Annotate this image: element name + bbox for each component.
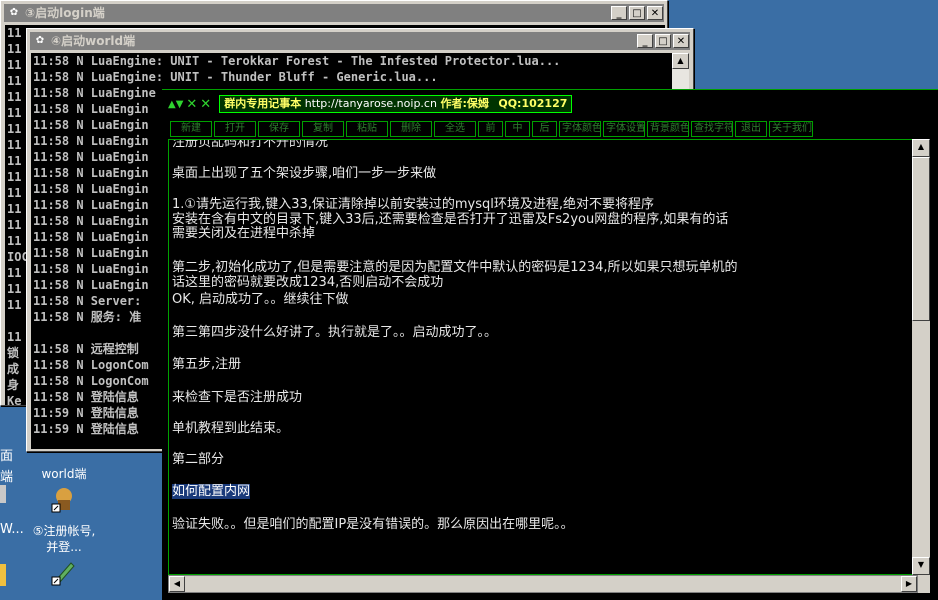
toolbar-button[interactable]: 全选 <box>434 121 476 137</box>
text-line: 单机教程到此结束。 <box>172 421 290 436</box>
app-icon: ✿ <box>35 35 45 46</box>
toolbar-button[interactable]: 关于我们 <box>769 121 813 137</box>
caption-qq: QQ:102127 <box>498 97 568 110</box>
scroll-thumb[interactable] <box>912 157 930 321</box>
console-line: 11:58 N LuaEngine: UNIT - Terokkar Fores… <box>33 54 561 68</box>
text-line: 注册页乱码和打不开的情况 <box>172 139 329 150</box>
register-icon <box>49 557 79 587</box>
desktop-edge-label-2: 端 <box>0 470 14 485</box>
notepad-editor[interactable]: 注册页乱码和打不开的情况桌面上出现了五个架设步骤,咱们一步一步来做 1.①请先运行… <box>168 139 918 575</box>
close-icon[interactable]: ✕ <box>200 97 211 112</box>
minimize-button[interactable]: _ <box>637 34 653 48</box>
toolbar-button[interactable]: 粘贴 <box>346 121 388 137</box>
caption-title: 群内专用记事本 <box>224 97 302 110</box>
desktop-icon-register[interactable]: ⑤注册帐号,并登... <box>27 523 101 587</box>
notepad-toolbar: 新建 打开 保存 复制 粘贴 删除 全选前中后字体颜色 字体设置 背景颜色 查找字符 退出 关于我们 <box>162 119 938 139</box>
scroll-right-arrow[interactable]: ▶ <box>901 576 917 592</box>
app-icon: ✿ <box>9 7 19 18</box>
text-line: 验证失败。。但是咱们的配置IP是没有错误的。那么原因出在哪里呢。。 <box>172 517 574 532</box>
text-line: 第二步,初始化成功了,但是需要注意的是因为配置文件中默认的密码是1234,所以如… <box>172 260 738 275</box>
desktop-icon-label: world端 <box>41 467 87 481</box>
notepad-titlebar[interactable]: ▲▼ ✕ ✕ 群内专用记事本 http://tanyarose.noip.cn … <box>162 89 938 118</box>
world-titlebar[interactable]: ✿ ④启动world端 _ □ ✕ <box>30 32 690 50</box>
selected-text-line: 如何配置内网 <box>172 484 251 499</box>
text-line: OK, 启动成功了。。继续往下做 <box>172 292 349 307</box>
text-line: 来检查下是否注册成功 <box>172 390 303 405</box>
window-title: ③启动login端 <box>25 6 105 20</box>
text-line: 第三第四步没什么好讲了。执行就是了。。启动成功了。。 <box>172 325 498 340</box>
toolbar-button[interactable]: 删除 <box>390 121 432 137</box>
console-line: 11:58 N LuaEngine: UNIT - Thunder Bluff … <box>33 70 438 84</box>
text-line: 1.①请先运行我,键入33,保证清除掉以前安装过的mysql环境及进程,绝对不要… <box>172 197 654 212</box>
text-line: 话这里的密码就要改成1234,否则启动不会成功 <box>172 275 444 290</box>
move-arrows-icon[interactable]: ▲▼ <box>168 99 183 110</box>
toolbar-button[interactable]: 查找字符 <box>691 121 733 137</box>
maximize-button[interactable]: □ <box>629 6 645 20</box>
close-button[interactable]: ✕ <box>673 34 689 48</box>
toolbar-button[interactable]: 退出 <box>735 121 767 137</box>
toolbar-button[interactable]: 背景颜色 <box>647 121 689 137</box>
desktop-edge-shortcut <box>0 485 6 503</box>
desktop-edge-label-3: W... <box>0 522 24 537</box>
text-line: 需要关闭及在进程中杀掉 <box>172 226 316 241</box>
toolbar-button[interactable]: 字体颜色 <box>559 121 601 137</box>
scroll-up-arrow[interactable]: ▲ <box>672 53 689 69</box>
text-line: 桌面上出现了五个架设步骤,咱们一步一步来做 <box>172 166 437 181</box>
caption-author: 作者:保姆 <box>440 97 489 110</box>
toolbar-button[interactable]: 复制 <box>302 121 344 137</box>
desktop-icon-label: ⑤注册帐号,并登... <box>32 524 96 554</box>
toolbar-button[interactable]: 字体设置 <box>603 121 645 137</box>
resize-grip[interactable] <box>918 575 930 593</box>
toolbar-button[interactable]: 打开 <box>214 121 256 137</box>
scroll-down-arrow[interactable]: ▼ <box>912 557 930 575</box>
desktop-icon-world[interactable]: world端 <box>27 466 101 514</box>
desktop-edge-shortcut-2 <box>0 564 6 586</box>
text-line: 第五步,注册 <box>172 357 242 372</box>
close-icon[interactable]: ✕ <box>186 97 197 112</box>
close-button[interactable]: ✕ <box>647 6 663 20</box>
notepad-vscrollbar[interactable]: ▲ ▼ <box>912 139 930 575</box>
scroll-up-arrow[interactable]: ▲ <box>912 139 930 157</box>
notepad-caption: 群内专用记事本 http://tanyarose.noip.cn 作者:保姆 Q… <box>219 95 573 113</box>
toolbar-button[interactable]: 后 <box>532 121 557 137</box>
text-line: 安装在含有中文的目录下,键入33后,还需要检查是否打开了迅雷及Fs2you网盘的… <box>172 212 729 227</box>
toolbar-button[interactable]: 中 <box>505 121 530 137</box>
toolbar-button[interactable]: 新建 <box>170 121 212 137</box>
toolbar-button[interactable]: 前 <box>478 121 503 137</box>
desktop-edge-label-1: 面 <box>0 449 14 464</box>
window-title: ④启动world端 <box>51 34 136 48</box>
world-icon <box>49 484 79 514</box>
caption-url: http://tanyarose.noip.cn <box>304 97 437 110</box>
scroll-left-arrow[interactable]: ◀ <box>169 576 185 592</box>
maximize-button[interactable]: □ <box>655 34 671 48</box>
minimize-button[interactable]: _ <box>611 6 627 20</box>
text-line: 第二部分 <box>172 452 225 467</box>
notepad-window[interactable]: ▲▼ ✕ ✕ 群内专用记事本 http://tanyarose.noip.cn … <box>162 89 938 600</box>
notepad-hscrollbar[interactable]: ◀ ▶ <box>168 575 918 593</box>
toolbar-button[interactable]: 保存 <box>258 121 300 137</box>
login-titlebar[interactable]: ✿ ③启动login端 _ □ ✕ <box>4 4 664 22</box>
